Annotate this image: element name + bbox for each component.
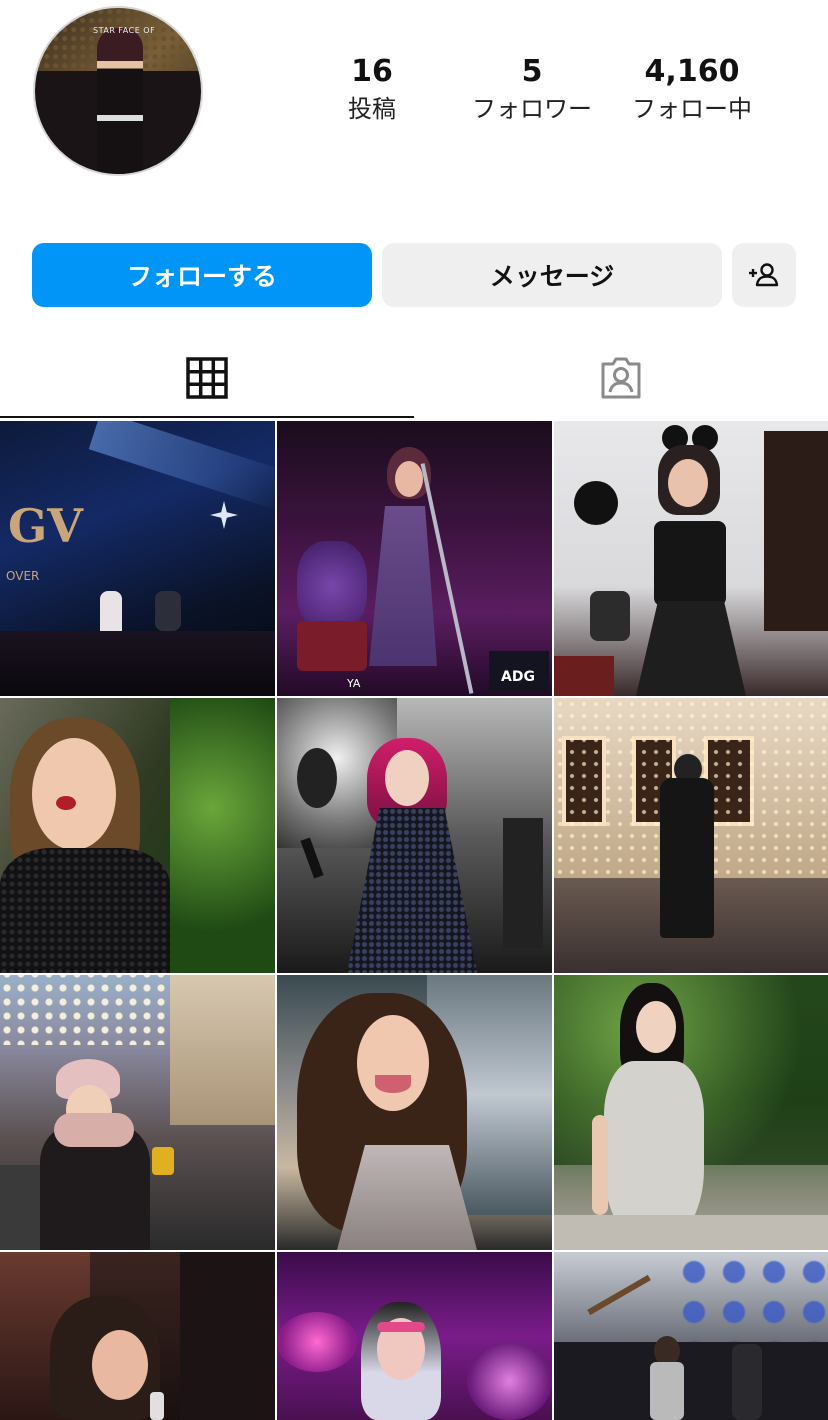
message-button[interactable]: メッセージ: [382, 243, 722, 307]
tagged-person-icon: [601, 357, 641, 399]
speaker-brand-text: ADG: [501, 669, 535, 685]
stat-followers-label: フォロワー: [472, 95, 592, 123]
post-thumbnail[interactable]: [0, 1252, 275, 1420]
avatar-text: STAR FACE OF: [93, 26, 156, 35]
stat-posts-count: 16: [351, 54, 393, 89]
tab-posts-grid[interactable]: [0, 338, 414, 418]
venue-sign-text: GV: [8, 499, 83, 553]
grid-icon: [186, 357, 228, 399]
venue-sign-subtext: OVER: [6, 569, 40, 583]
active-tab-indicator: [0, 416, 414, 418]
stat-posts[interactable]: 16 投稿: [282, 52, 462, 126]
drum-brand-text: YA: [347, 677, 361, 690]
post-thumbnail[interactable]: [277, 975, 552, 1250]
tab-tagged[interactable]: [414, 338, 828, 418]
add-user-button[interactable]: [732, 243, 796, 307]
post-thumbnail[interactable]: ADG YA: [277, 421, 552, 696]
stat-following-label: フォロー中: [632, 95, 752, 123]
post-thumbnail[interactable]: [554, 421, 828, 696]
post-thumbnail[interactable]: [554, 1252, 828, 1420]
stat-followers[interactable]: 5 フォロワー: [442, 52, 622, 126]
post-thumbnail[interactable]: [554, 698, 828, 973]
stat-followers-count: 5: [521, 54, 543, 89]
follow-button[interactable]: フォローする: [32, 243, 372, 307]
post-thumbnail[interactable]: [0, 975, 275, 1250]
stat-following[interactable]: 4,160 フォロー中: [602, 52, 782, 126]
stat-posts-label: 投稿: [348, 95, 396, 123]
post-thumbnail[interactable]: [277, 1252, 552, 1420]
stat-following-count: 4,160: [644, 54, 740, 89]
post-thumbnail[interactable]: [277, 698, 552, 973]
post-thumbnail[interactable]: [554, 975, 828, 1250]
post-thumbnail[interactable]: [0, 698, 275, 973]
post-thumbnail[interactable]: GV OVER: [0, 421, 275, 696]
profile-stats: 16 投稿 5 フォロワー 4,160 フォロー中: [0, 52, 828, 132]
profile-tabs: [0, 338, 828, 420]
add-user-icon: [749, 263, 779, 287]
